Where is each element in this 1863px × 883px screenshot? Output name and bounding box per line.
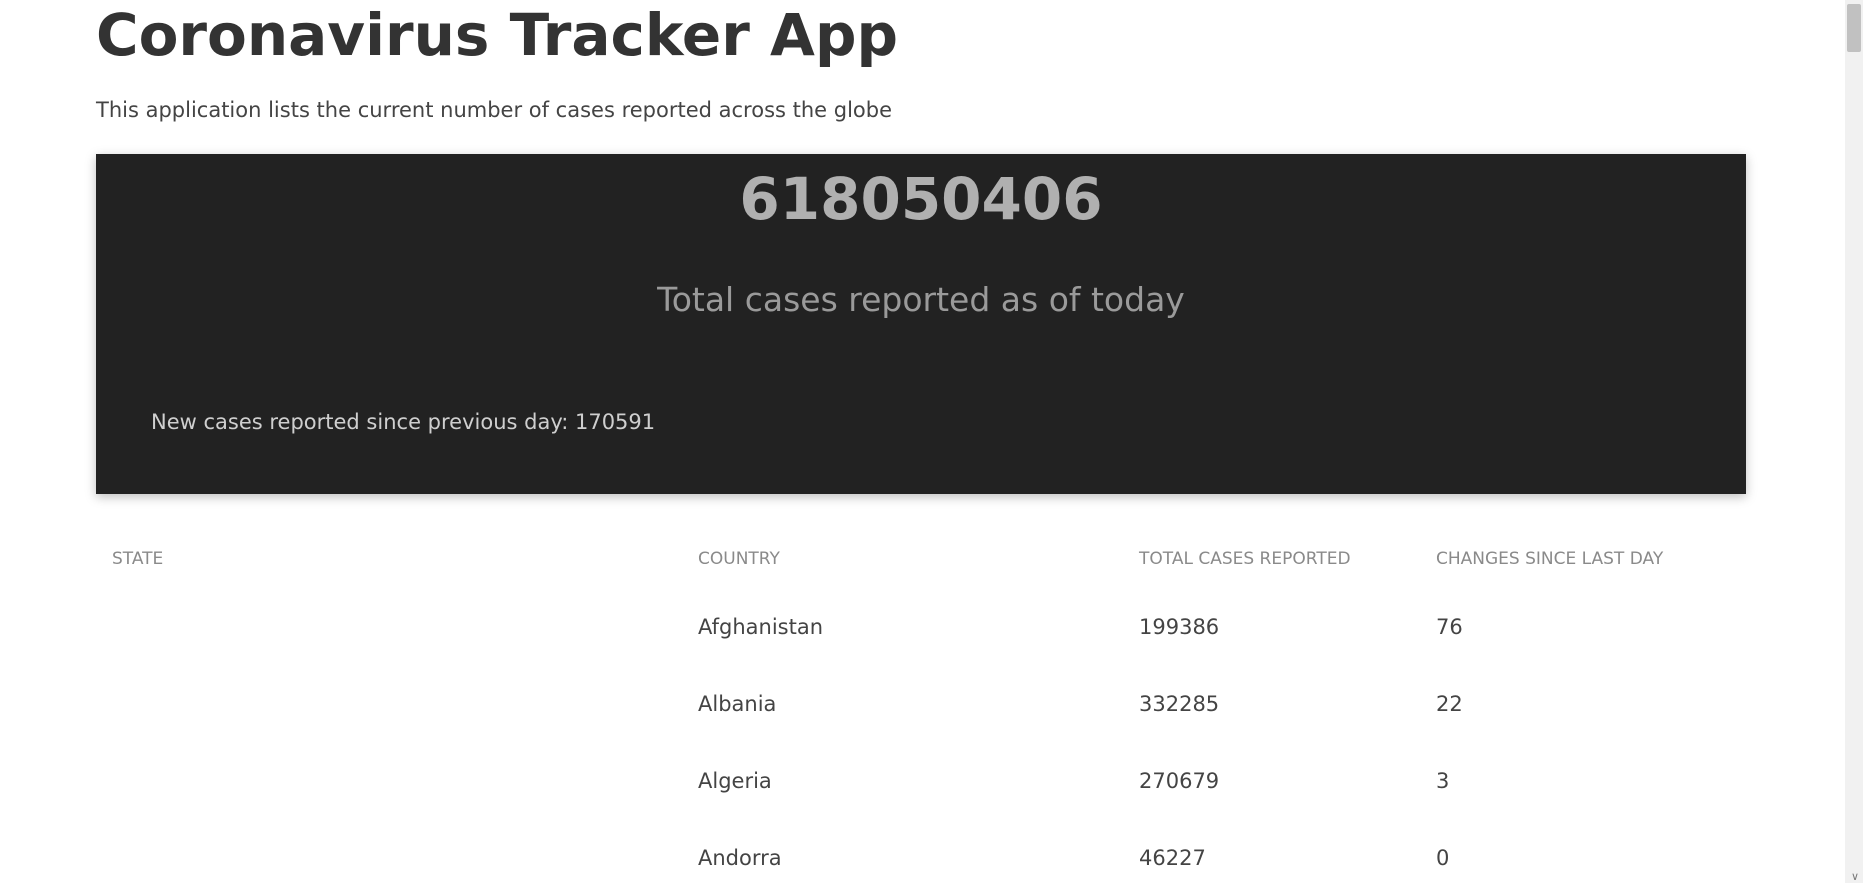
cell-state xyxy=(96,742,682,819)
header-changes: CHANGES SINCE LAST DAY xyxy=(1436,549,1664,569)
table-row: Albania 332285 22 xyxy=(96,665,1746,742)
cell-state xyxy=(96,588,682,665)
header-total-cases: TOTAL CASES REPORTED xyxy=(1139,549,1351,569)
cell-changes: 0 xyxy=(1436,845,1450,870)
cell-total-cases: 270679 xyxy=(1139,768,1220,793)
summary-panel: 618050406 Total cases reported as of tod… xyxy=(96,154,1746,494)
new-cases-text: New cases reported since previous day: 1… xyxy=(151,410,655,434)
table-row: Afghanistan 199386 76 xyxy=(96,588,1746,665)
cell-state xyxy=(96,819,682,883)
new-cases-label: New cases reported since previous day: xyxy=(151,410,575,434)
cell-country: Algeria xyxy=(698,768,772,793)
scrollbar-thumb[interactable] xyxy=(1847,4,1861,52)
header-country: COUNTRY xyxy=(698,549,780,569)
cell-country: Andorra xyxy=(698,845,782,870)
cell-state xyxy=(96,665,682,742)
table-row: Andorra 46227 0 xyxy=(96,819,1746,883)
cases-table: STATE COUNTRY TOTAL CASES REPORTED CHANG… xyxy=(96,530,1746,883)
total-cases-number: 618050406 xyxy=(739,165,1103,233)
table-header-row: STATE COUNTRY TOTAL CASES REPORTED CHANG… xyxy=(96,530,1746,588)
cell-country: Albania xyxy=(698,691,777,716)
header-state: STATE xyxy=(112,549,164,569)
cell-total-cases: 199386 xyxy=(1139,614,1220,639)
cell-changes: 3 xyxy=(1436,768,1450,793)
vertical-scrollbar[interactable]: ∨ xyxy=(1845,0,1863,883)
chevron-down-icon[interactable]: ∨ xyxy=(1851,871,1859,883)
total-cases-caption: Total cases reported as of today xyxy=(657,280,1185,319)
cell-country: Afghanistan xyxy=(698,614,824,639)
table-row: Algeria 270679 3 xyxy=(96,742,1746,819)
page-title: Coronavirus Tracker App xyxy=(96,1,898,69)
cell-changes: 76 xyxy=(1436,614,1463,639)
cell-total-cases: 332285 xyxy=(1139,691,1220,716)
cell-changes: 22 xyxy=(1436,691,1463,716)
page-subtitle: This application lists the current numbe… xyxy=(96,98,893,122)
new-cases-value: 170591 xyxy=(574,410,656,434)
cell-total-cases: 46227 xyxy=(1139,845,1206,870)
page: Coronavirus Tracker App This application… xyxy=(0,0,1863,883)
